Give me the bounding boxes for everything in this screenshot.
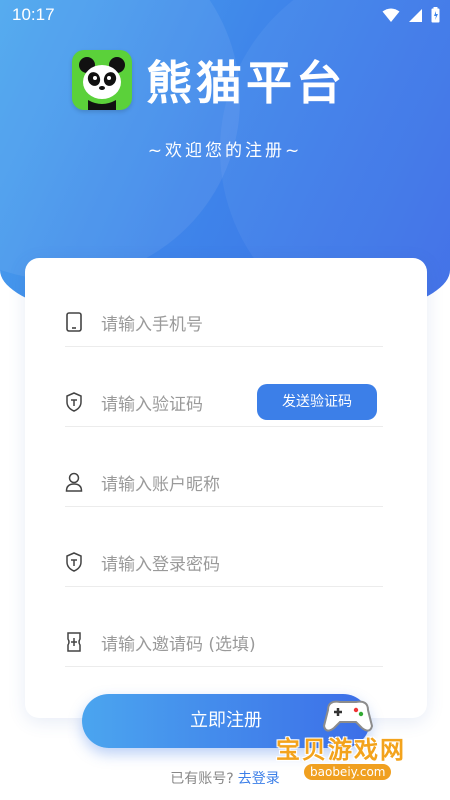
app-title: 熊猫平台	[146, 57, 346, 109]
panda-logo-icon	[72, 50, 132, 110]
invite-code-placeholder: 请输入邀请码 (选填)	[101, 635, 256, 655]
phone-placeholder: 请输入手机号	[101, 315, 203, 335]
watermark: 宝贝游戏网 baobeiy.com	[262, 700, 442, 788]
nickname-field[interactable]: 请输入账户昵称	[65, 458, 383, 507]
password-placeholder: 请输入登录密码	[101, 555, 220, 575]
nickname-placeholder: 请输入账户昵称	[101, 475, 220, 495]
battery-icon	[431, 7, 440, 23]
register-form-card: 请输入手机号 请输入验证码 发送验证码 请输入账户昵称 请输入登录密码 请输入邀…	[25, 258, 427, 718]
user-icon	[65, 472, 83, 492]
shield-icon	[66, 392, 82, 412]
watermark-text: 宝贝游戏网	[276, 736, 406, 764]
wifi-icon	[382, 8, 400, 22]
have-account-text: 已有账号?	[170, 771, 234, 787]
shield-icon	[66, 552, 82, 572]
signal-icon	[409, 8, 422, 22]
status-icons	[382, 7, 440, 23]
phone-icon	[66, 312, 82, 332]
phone-field[interactable]: 请输入手机号	[65, 298, 383, 347]
invite-code-field[interactable]: 请输入邀请码 (选填)	[65, 618, 383, 667]
status-time: 10:17	[12, 5, 55, 24]
watermark-url: baobeiy.com	[304, 764, 392, 780]
app-brand: 熊猫平台	[72, 50, 346, 110]
password-field[interactable]: 请输入登录密码	[65, 538, 383, 587]
ticket-icon	[67, 632, 81, 652]
status-bar: 10:17	[0, 0, 450, 30]
send-code-button[interactable]: 发送验证码	[257, 384, 377, 420]
verify-code-placeholder: 请输入验证码	[101, 395, 203, 415]
welcome-subtitle: ~欢迎您的注册~	[147, 141, 303, 161]
